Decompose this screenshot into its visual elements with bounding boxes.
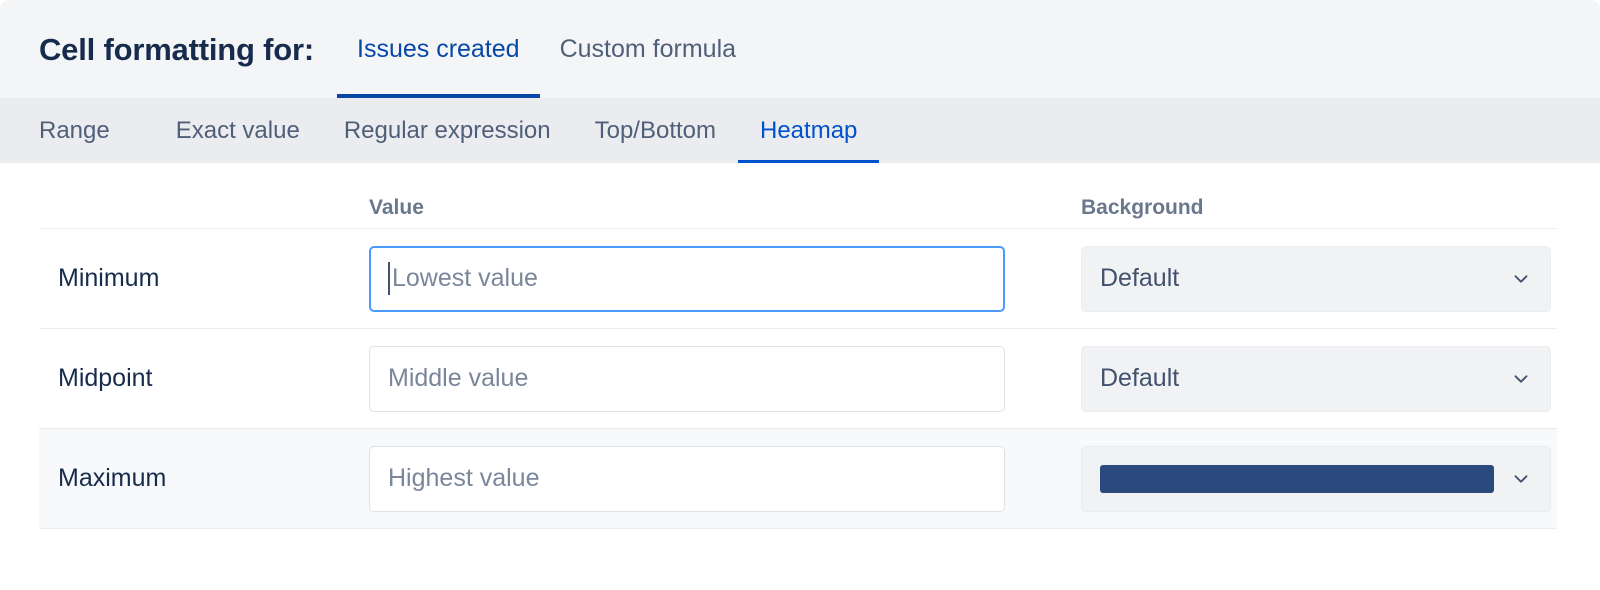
table-row-maximum: Maximum Highest value — [39, 429, 1557, 529]
heatmap-settings-table: Value Background Minimum Lowest value De… — [39, 163, 1557, 529]
minimum-value-placeholder: Lowest value — [392, 264, 538, 292]
tab-issues-created-label: Issues created — [357, 34, 520, 63]
page-title: Cell formatting for: — [39, 31, 314, 67]
tab-issues-created[interactable]: Issues created — [337, 0, 540, 98]
midpoint-value-input[interactable]: Middle value — [369, 345, 1005, 412]
chevron-down-icon — [1510, 468, 1532, 490]
tab-range-label: Range — [39, 116, 110, 144]
chevron-down-icon — [1510, 368, 1532, 390]
tab-top-bottom[interactable]: Top/Bottom — [573, 98, 738, 163]
midpoint-value-placeholder: Middle value — [388, 364, 529, 392]
midpoint-background-value: Default — [1100, 364, 1180, 392]
dialog-header: Cell formatting for: Issues created Cust… — [0, 0, 1600, 98]
table-row-midpoint: Midpoint Middle value Default — [39, 329, 1557, 429]
header-tablist: Issues created Custom formula — [337, 0, 756, 98]
maximum-background-color-swatch — [1100, 464, 1494, 493]
tab-top-bottom-label: Top/Bottom — [594, 116, 716, 144]
midpoint-background-select[interactable]: Default — [1081, 345, 1551, 412]
row-label-midpoint: Midpoint — [58, 364, 153, 392]
dialog-body: Value Background Minimum Lowest value De… — [0, 163, 1600, 529]
tab-exact-value-label: Exact value — [175, 116, 300, 144]
table-row-minimum: Minimum Lowest value Default — [39, 229, 1557, 329]
tab-heatmap[interactable]: Heatmap — [738, 98, 880, 163]
tab-custom-formula-label: Custom formula — [559, 34, 737, 63]
maximum-background-select[interactable] — [1081, 445, 1551, 512]
tab-exact-value[interactable]: Exact value — [154, 98, 322, 163]
tab-heatmap-label: Heatmap — [760, 116, 858, 144]
chevron-down-icon — [1510, 268, 1532, 290]
tab-regular-expression[interactable]: Regular expression — [322, 98, 573, 163]
tab-range[interactable]: Range — [39, 98, 132, 163]
minimum-background-select[interactable]: Default — [1081, 245, 1551, 312]
minimum-background-value: Default — [1100, 264, 1180, 292]
tab-regular-expression-label: Regular expression — [343, 116, 551, 144]
table-header-row: Value Background — [39, 163, 1557, 229]
tab-custom-formula[interactable]: Custom formula — [540, 0, 756, 98]
maximum-value-input[interactable]: Highest value — [369, 445, 1005, 512]
text-caret — [388, 262, 390, 295]
row-label-maximum: Maximum — [58, 464, 167, 492]
column-header-value: Value — [369, 196, 424, 219]
column-header-background: Background — [1081, 196, 1204, 219]
cell-formatting-dialog: Cell formatting for: Issues created Cust… — [0, 0, 1600, 590]
formatting-type-tablist: Range Exact value Regular expression Top… — [0, 98, 1600, 163]
row-label-minimum: Minimum — [58, 264, 160, 292]
maximum-value-placeholder: Highest value — [388, 464, 540, 492]
minimum-value-input[interactable]: Lowest value — [369, 245, 1005, 312]
